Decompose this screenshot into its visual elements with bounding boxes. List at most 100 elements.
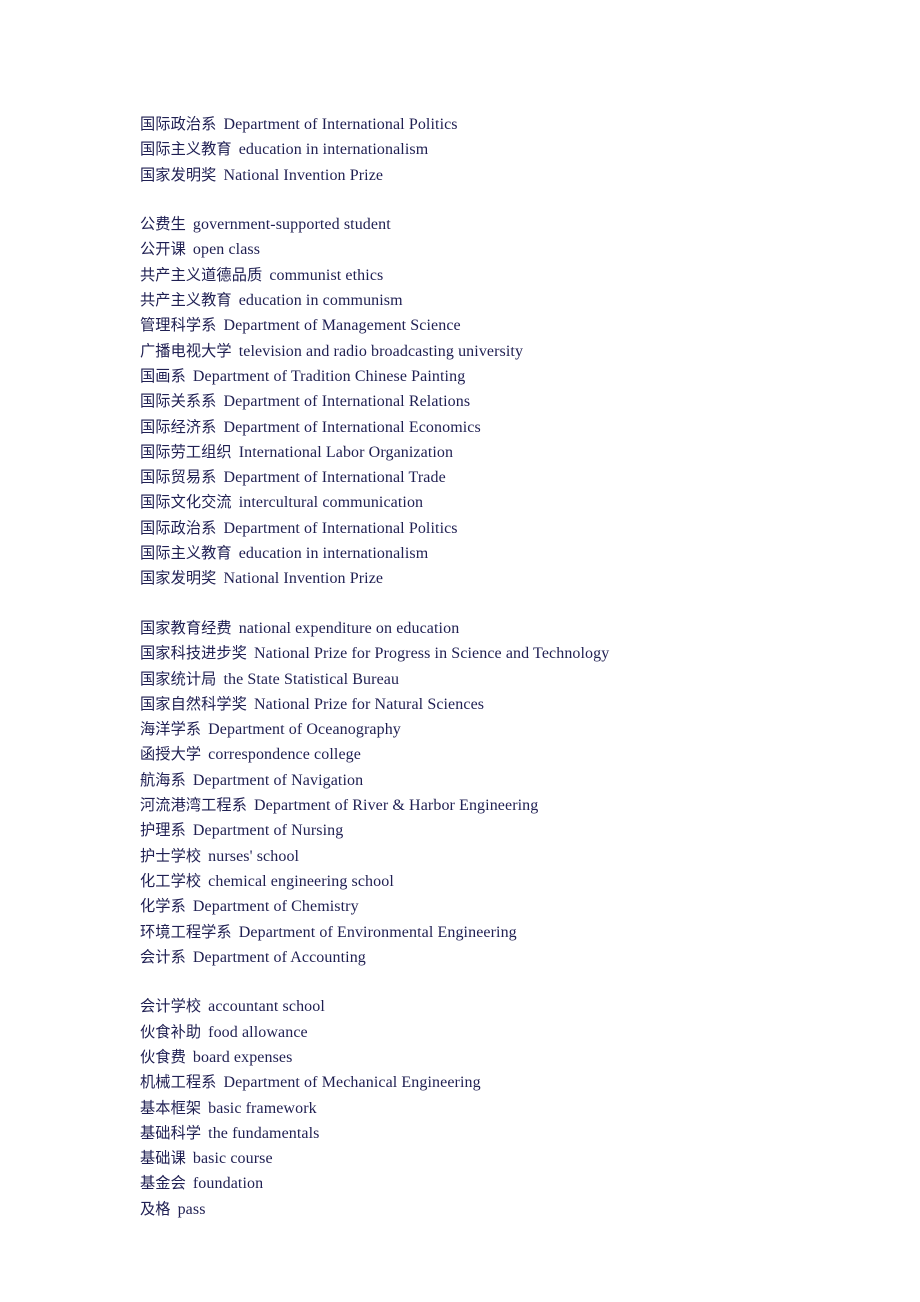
glossary-gloss-english: National Prize for Progress in Science a…: [254, 645, 610, 663]
glossary-entry: 航海系 Department of Navigation: [140, 768, 860, 793]
glossary-entry: 海洋学系 Department of Oceanography: [140, 717, 860, 742]
glossary-term-chinese: 管理科学系: [140, 316, 217, 335]
glossary-term-chinese: 公开课: [140, 240, 186, 259]
glossary-entry: 共产主义道德品质 communist ethics: [140, 263, 860, 288]
glossary-term-chinese: 国际经济系: [140, 417, 217, 436]
glossary-entry: 国际劳工组织 International Labor Organization: [140, 440, 860, 465]
glossary-gloss-english: education in communism: [238, 292, 403, 310]
glossary-gloss-english: Department of International Politics: [223, 116, 458, 133]
glossary-term-chinese: 国际主义教育: [140, 140, 232, 159]
glossary-term-chinese: 公费生: [140, 215, 186, 234]
glossary-gloss-english: National Prize for Natural Sciences: [254, 695, 485, 713]
glossary-entry: 国家教育经费 national expenditure on education: [140, 616, 860, 641]
glossary-gloss-english: Department of International Relations: [223, 393, 471, 411]
glossary-entry: 伙食费 board expenses: [140, 1045, 860, 1070]
glossary-term-chinese: 国际关系系: [140, 392, 217, 411]
glossary-gloss-english: National Invention Prize: [223, 570, 384, 588]
glossary-gloss-english: chemical engineering school: [208, 872, 394, 890]
glossary-term-chinese: 国际劳工组织: [140, 442, 232, 461]
glossary-term-chinese: 国家统计局: [140, 669, 217, 688]
glossary-term-chinese: 会计学校: [140, 997, 202, 1016]
document-page: 国际政治系 Department of International Politic…: [0, 0, 920, 1302]
glossary-term-chinese: 共产主义道德品质: [140, 265, 263, 284]
glossary-entry: 国家发明奖 National Invention Prize: [140, 566, 860, 591]
glossary-entry: 基本框架 basic framework: [140, 1096, 860, 1121]
glossary-term-chinese: 国际政治系: [140, 518, 217, 537]
glossary-gloss-english: open class: [192, 241, 261, 259]
glossary-term-chinese: 河流港湾工程系: [140, 796, 248, 815]
glossary-entry: 化工学校 chemical engineering school: [140, 869, 860, 894]
glossary-gloss-english: Department of Mechanical Engineering: [223, 1074, 481, 1092]
glossary-gloss-english: Department of International Economics: [223, 418, 481, 436]
glossary-gloss-english: pass: [177, 1200, 206, 1218]
glossary-gloss-english: communist ethics: [269, 266, 384, 284]
glossary-term-chinese: 基本框架: [140, 1098, 202, 1117]
glossary-gloss-english: Department of Navigation: [192, 771, 364, 789]
glossary-entry: 环境工程学系 Department of Environmental Engine…: [140, 920, 860, 945]
glossary-gloss-english: Department of Accounting: [192, 948, 366, 966]
glossary-gloss-english: education in internationalism: [238, 545, 429, 563]
glossary-entry: 管理科学系 Department of Management Science: [140, 313, 860, 338]
glossary-gloss-english: foundation: [192, 1175, 264, 1193]
glossary-term-chinese: 伙食费: [140, 1047, 186, 1066]
glossary-term-chinese: 国家发明奖: [140, 165, 217, 184]
glossary-entry: 国际主义教育 education in internationalism: [140, 137, 860, 162]
glossary-term-chinese: 航海系: [140, 770, 186, 789]
glossary-term-chinese: 护士学校: [140, 846, 202, 865]
glossary-entry: 河流港湾工程系 Department of River & Harbor Engi…: [140, 793, 860, 818]
glossary-content: 国际政治系 Department of International Politic…: [140, 112, 860, 1222]
glossary-entry: 国家发明奖 National Invention Prize: [140, 163, 860, 188]
glossary-entry: 及格 pass: [140, 1197, 860, 1222]
glossary-gloss-english: board expenses: [192, 1048, 293, 1066]
glossary-entry: 会计学校 accountant school: [140, 994, 860, 1019]
glossary-entry: 广播电视大学 television and radio broadcasting …: [140, 339, 860, 364]
glossary-entry: 公开课 open class: [140, 237, 860, 262]
glossary-entry: 护理系 Department of Nursing: [140, 818, 860, 843]
glossary-gloss-english: basic course: [192, 1150, 273, 1168]
glossary-term-chinese: 国家教育经费: [140, 618, 232, 637]
glossary-gloss-english: education in internationalism: [238, 141, 429, 159]
glossary-term-chinese: 国际政治系: [140, 115, 217, 133]
glossary-term-chinese: 海洋学系: [140, 720, 202, 739]
glossary-gloss-english: the State Statistical Bureau: [223, 670, 400, 688]
glossary-block: 公费生 government-supported student 公开课 open c…: [140, 212, 860, 591]
glossary-term-chinese: 国际文化交流: [140, 493, 232, 512]
glossary-entry: 函授大学 correspondence college: [140, 742, 860, 767]
glossary-entry: 共产主义教育 education in communism: [140, 288, 860, 313]
glossary-term-chinese: 国家自然科学奖: [140, 694, 248, 713]
glossary-term-chinese: 基础科学: [140, 1123, 202, 1142]
glossary-term-chinese: 基础课: [140, 1149, 186, 1168]
glossary-term-chinese: 共产主义教育: [140, 291, 232, 310]
glossary-gloss-english: International Labor Organization: [238, 443, 454, 461]
glossary-entry: 基础科学 the fundamentals: [140, 1121, 860, 1146]
glossary-gloss-english: intercultural communication: [238, 494, 424, 512]
glossary-term-chinese: 国际贸易系: [140, 468, 217, 487]
glossary-entry: 公费生 government-supported student: [140, 212, 860, 237]
glossary-term-chinese: 化工学校: [140, 871, 202, 890]
glossary-gloss-english: Department of Nursing: [192, 822, 344, 840]
glossary-entry: 化学系 Department of Chemistry: [140, 894, 860, 919]
glossary-gloss-english: correspondence college: [208, 746, 361, 764]
glossary-term-chinese: 国家科技进步奖: [140, 644, 248, 663]
glossary-block: 国际政治系 Department of International Politic…: [140, 112, 860, 188]
glossary-gloss-english: national expenditure on education: [238, 619, 460, 637]
glossary-gloss-english: Department of International Trade: [223, 469, 446, 487]
glossary-term-chinese: 护理系: [140, 821, 186, 840]
glossary-gloss-english: food allowance: [208, 1023, 308, 1041]
glossary-gloss-english: Department of Oceanography: [208, 721, 401, 739]
glossary-entry: 国际关系系 Department of International Relatio…: [140, 389, 860, 414]
glossary-term-chinese: 机械工程系: [140, 1073, 217, 1092]
glossary-entry: 国际政治系 Department of International Politic…: [140, 516, 860, 541]
glossary-entry: 伙食补助 food allowance: [140, 1020, 860, 1045]
glossary-entry: 国际文化交流 intercultural communication: [140, 490, 860, 515]
glossary-gloss-english: Department of Management Science: [223, 317, 461, 335]
glossary-gloss-english: Department of Environmental Engineering: [238, 923, 517, 941]
glossary-block: 国家教育经费 national expenditure on education 国…: [140, 616, 860, 970]
glossary-entry: 基金会 foundation: [140, 1171, 860, 1196]
glossary-term-chinese: 伙食补助: [140, 1022, 202, 1041]
glossary-gloss-english: television and radio broadcasting univer…: [238, 342, 524, 360]
glossary-term-chinese: 及格: [140, 1199, 171, 1218]
glossary-entry: 国家统计局 the State Statistical Bureau: [140, 667, 860, 692]
glossary-entry: 机械工程系 Department of Mechanical Engineerin…: [140, 1070, 860, 1095]
glossary-entry: 会计系 Department of Accounting: [140, 945, 860, 970]
